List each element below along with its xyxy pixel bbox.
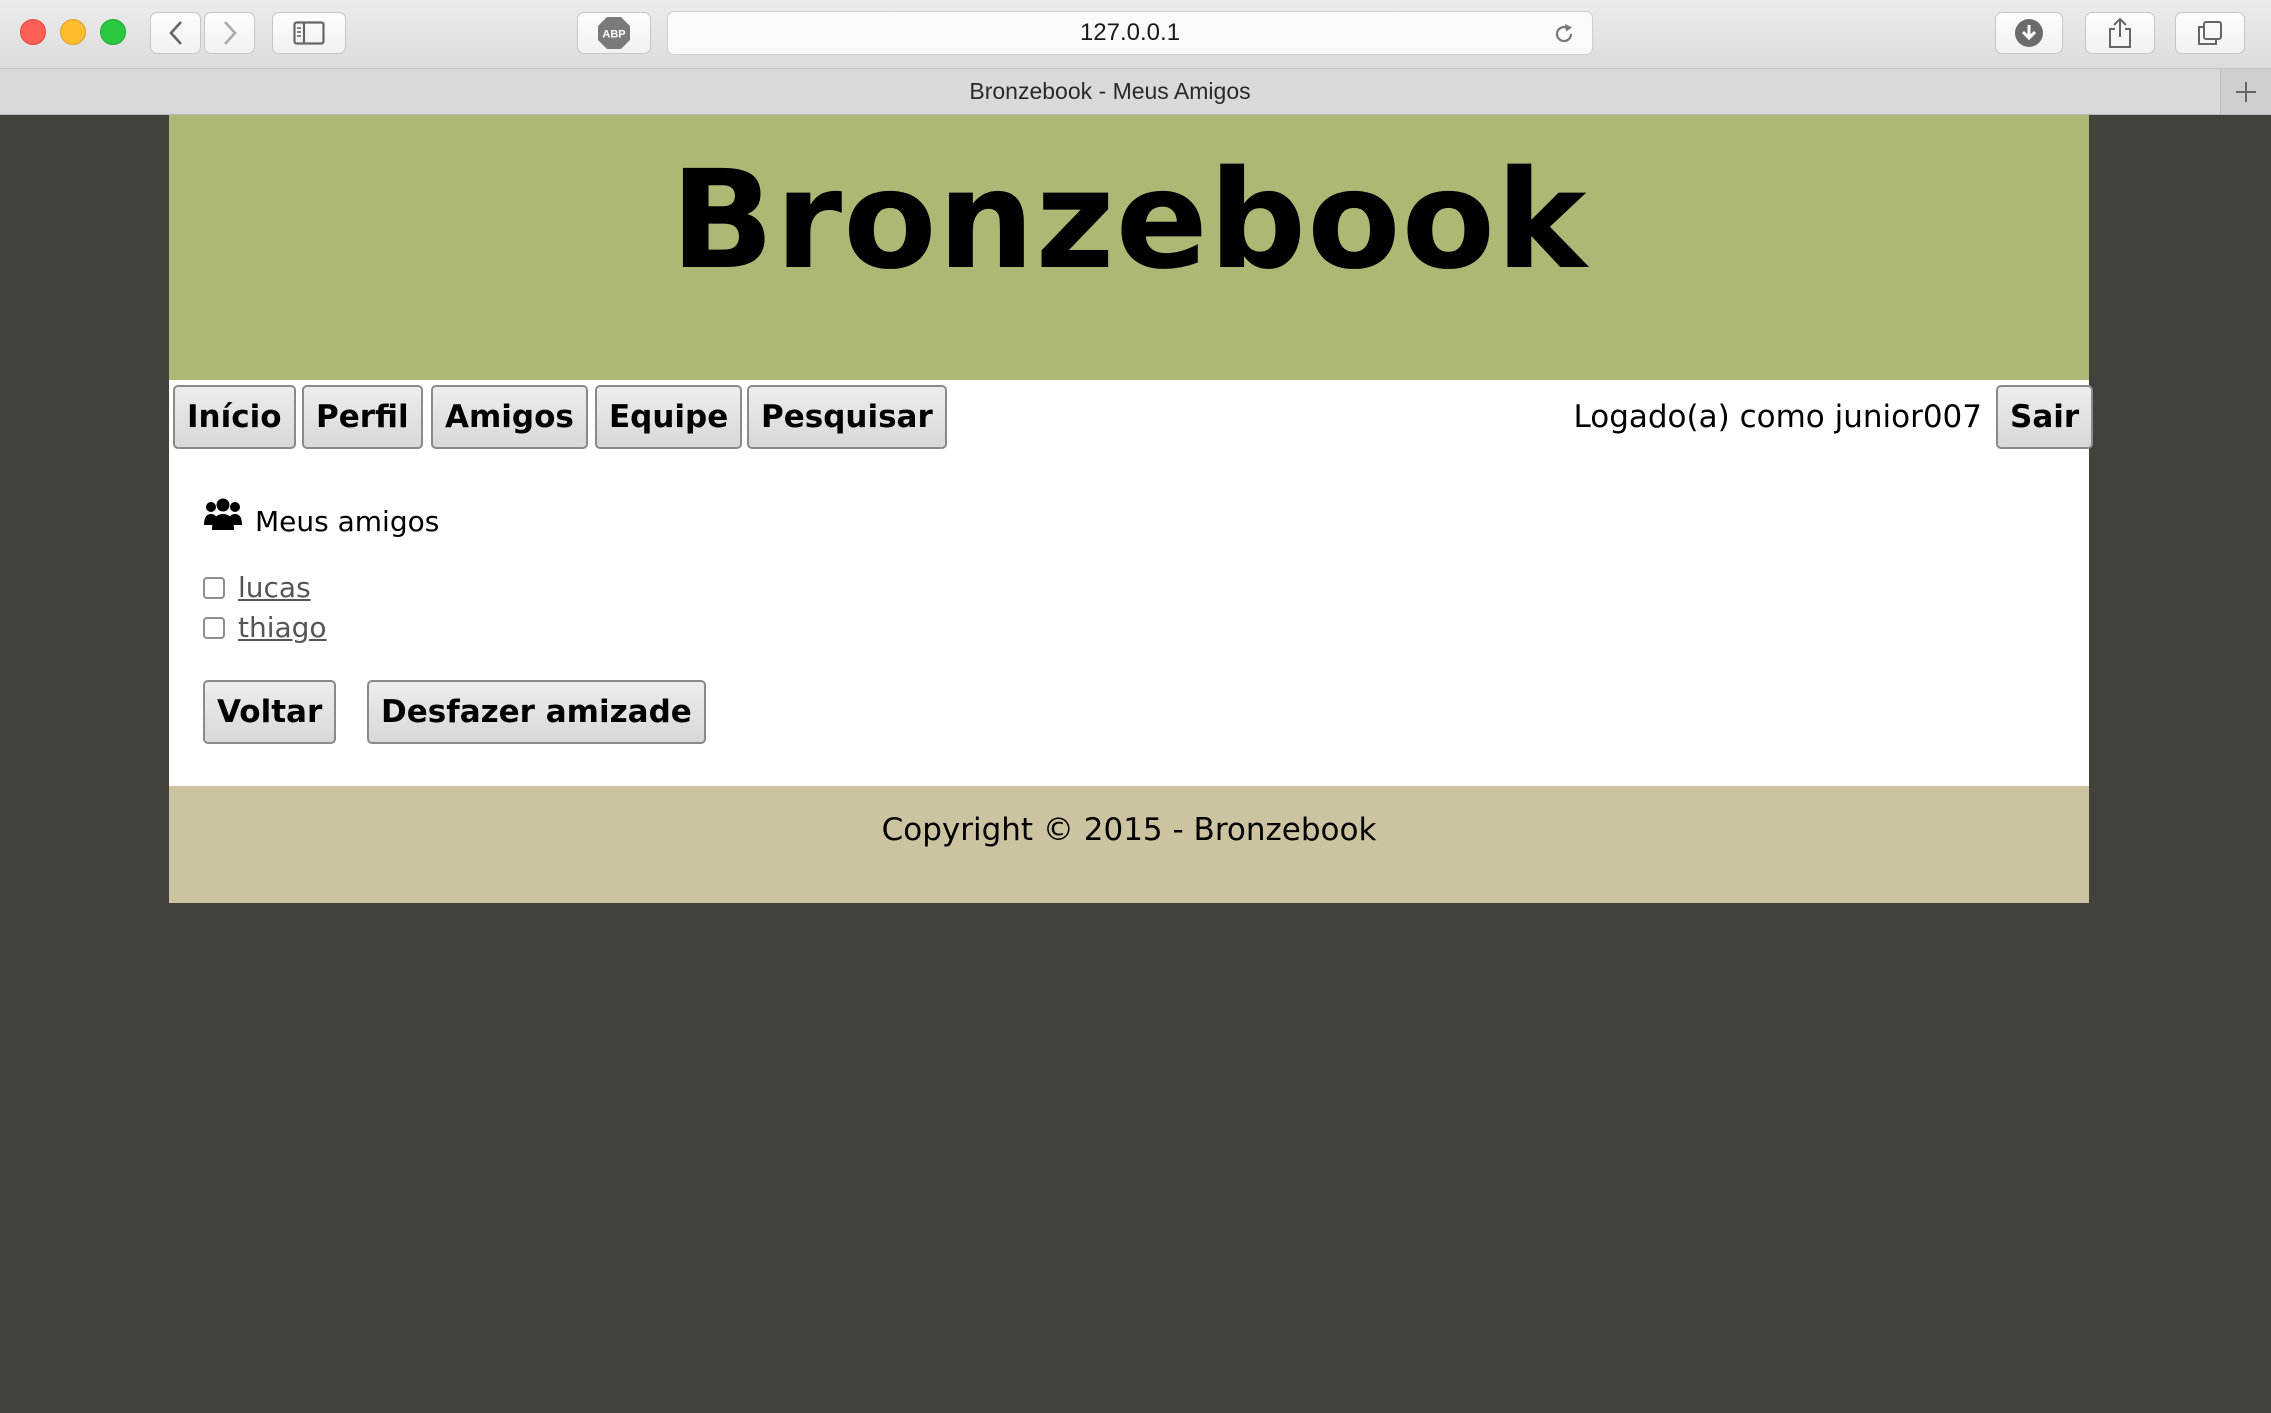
new-tab-button[interactable]: [2220, 69, 2271, 114]
nav-amigos-button[interactable]: Amigos: [431, 385, 588, 449]
share-button[interactable]: [2085, 12, 2155, 54]
adblock-button[interactable]: ABP: [577, 12, 651, 54]
friend-checkbox[interactable]: [203, 576, 225, 599]
friend-link[interactable]: thiago: [238, 611, 327, 644]
friend-link[interactable]: lucas: [238, 571, 311, 604]
svg-text:ABP: ABP: [602, 29, 625, 41]
friend-row: lucas: [203, 571, 311, 604]
friends-section-header: Meus amigos: [203, 491, 439, 538]
section-title: Meus amigos: [255, 505, 440, 538]
logged-in-status: Logado(a) como junior007: [1573, 399, 1982, 435]
logout-button[interactable]: Sair: [1996, 385, 2094, 449]
tabs-overview-button[interactable]: [2175, 12, 2245, 54]
nav-pesquisar-button[interactable]: Pesquisar: [747, 385, 947, 449]
reload-icon[interactable]: [1552, 22, 1576, 46]
url-text: 127.0.0.1: [1079, 19, 1181, 46]
forward-button[interactable]: [204, 12, 255, 54]
download-icon: [2015, 19, 2043, 47]
site-header: Bronzebook: [169, 115, 2089, 380]
page-container: Bronzebook Início Perfil Amigos Equipe P…: [169, 115, 2094, 903]
unfriend-button[interactable]: Desfazer amizade: [367, 680, 706, 744]
nav-inicio-button[interactable]: Início: [173, 385, 296, 449]
address-bar[interactable]: 127.0.0.1: [667, 11, 1593, 55]
sidebar-toggle-button[interactable]: [272, 12, 346, 54]
browser-toolbar: ABP 127.0.0.1: [0, 0, 2271, 69]
copyright-text: Copyright © 2015 - Bronzebook: [881, 812, 1377, 848]
friend-row: thiago: [203, 611, 327, 644]
zoom-window-button[interactable]: [100, 19, 126, 45]
users-icon: [204, 498, 242, 530]
back-button[interactable]: [150, 12, 201, 54]
tabs-icon: [2198, 21, 2222, 45]
sidebar-icon: [293, 21, 325, 45]
adblock-icon: ABP: [598, 17, 630, 49]
chevron-right-icon: [223, 21, 237, 45]
site-title: Bronzebook: [670, 142, 1588, 300]
minimize-window-button[interactable]: [60, 19, 86, 45]
nav-perfil-button[interactable]: Perfil: [302, 385, 423, 449]
plus-icon: [2236, 81, 2256, 102]
chevron-left-icon: [168, 21, 182, 45]
site-footer: Copyright © 2015 - Bronzebook: [169, 786, 2089, 903]
page-margin: [2248, 115, 2271, 1413]
back-page-button[interactable]: Voltar: [203, 680, 337, 744]
friend-checkbox[interactable]: [203, 616, 225, 639]
nav-equipe-button[interactable]: Equipe: [595, 385, 743, 449]
tab-bar: Bronzebook - Meus Amigos: [0, 69, 2271, 115]
tab-title[interactable]: Bronzebook - Meus Amigos: [0, 69, 2220, 114]
downloads-button[interactable]: [1995, 12, 2063, 54]
close-window-button[interactable]: [20, 19, 46, 45]
share-icon: [2109, 17, 2131, 48]
